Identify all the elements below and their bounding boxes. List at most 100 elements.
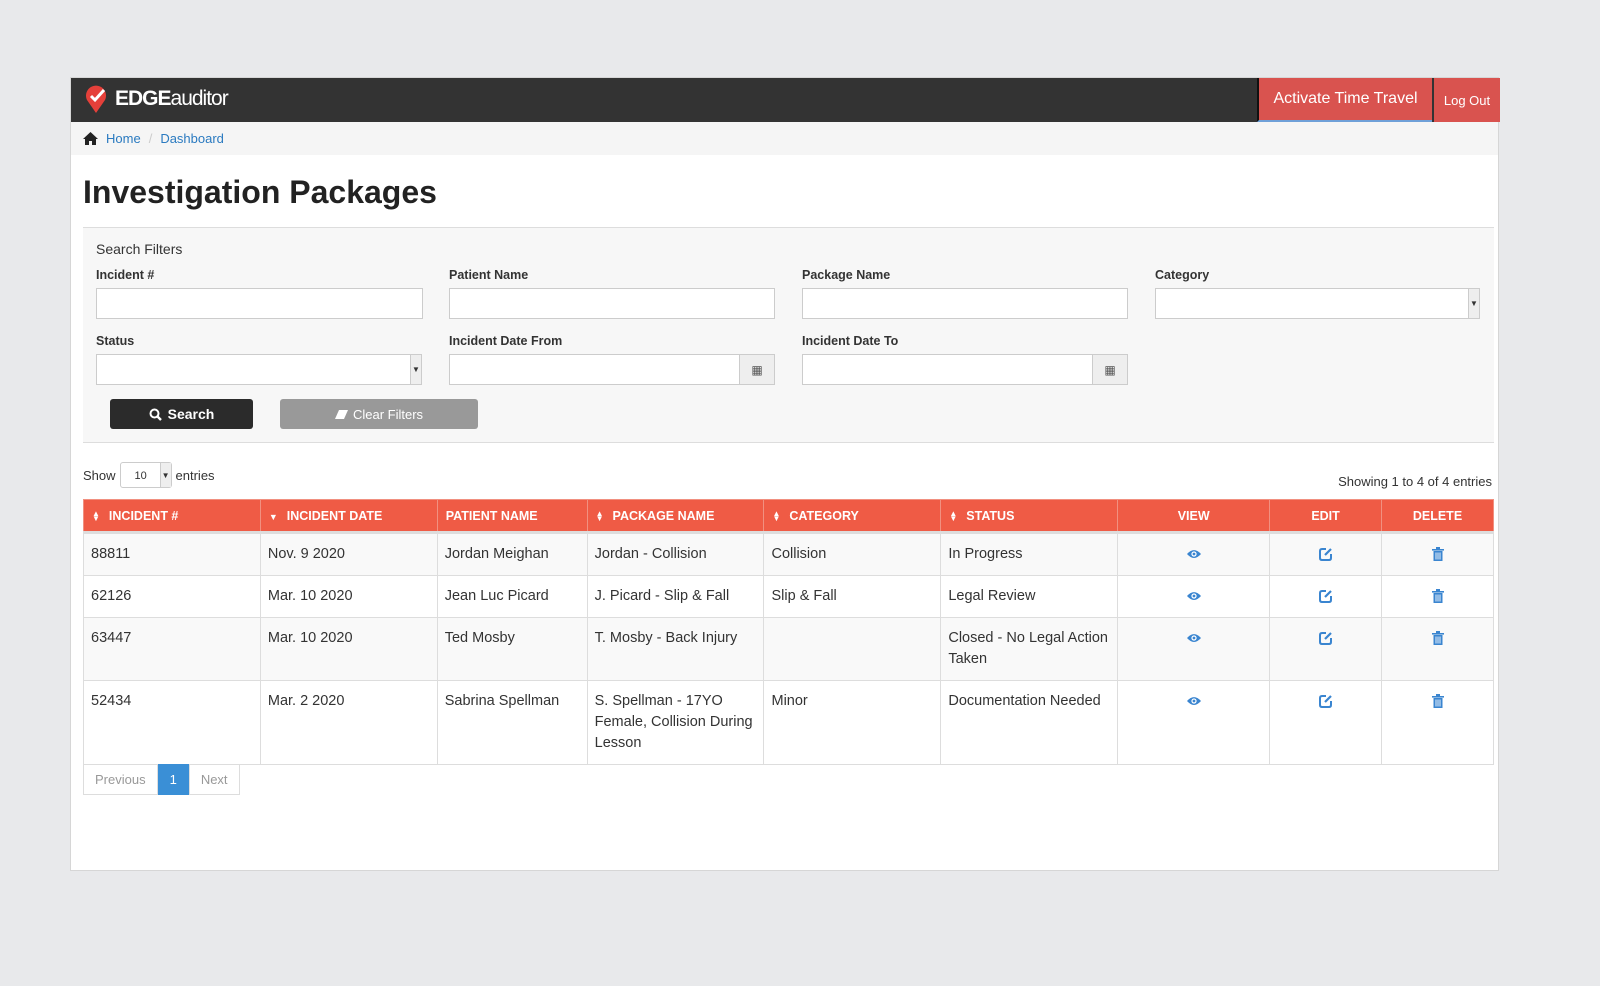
cell-status: Legal Review (940, 575, 1119, 618)
eraser-icon (334, 409, 348, 419)
column-header-patient-name: PATIENT NAME (436, 499, 588, 534)
pagination: Previous 1 Next (83, 764, 240, 795)
cell-category: Minor (763, 680, 942, 765)
sort-desc-icon: ▼ (268, 511, 278, 522)
breadcrumb: Home / Dashboard (71, 122, 1498, 155)
cell-status: In Progress (940, 532, 1119, 576)
navbar: EDGEauditor Activate Time Travel Log Out (71, 78, 1500, 122)
app-window: EDGEauditor Activate Time Travel Log Out… (70, 77, 1500, 871)
cell-date: Mar. 2 2020 (259, 680, 438, 765)
search-filters-panel: Search Filters Incident # Patient Name P… (83, 228, 1494, 443)
cell-date: Mar. 10 2020 (259, 617, 438, 681)
breadcrumb-home[interactable]: Home (106, 131, 141, 146)
cell-incident: 63447 (83, 617, 261, 681)
filters-title: Search Filters (96, 241, 183, 257)
page-length-select[interactable]: 10 ▼ (119, 462, 172, 488)
column-header-package-name[interactable]: ▲ ▼ PACKAGE NAME (586, 499, 765, 534)
next-button[interactable]: Next (188, 764, 240, 795)
column-header-view: VIEW (1117, 499, 1271, 534)
cell-patient: Ted Mosby (436, 617, 588, 681)
cell-patient: Jordan Meighan (436, 532, 588, 576)
date-to-label: Incident Date To (802, 334, 899, 348)
home-icon[interactable] (83, 132, 98, 145)
view-button[interactable] (1117, 575, 1271, 618)
edit-icon[interactable] (1318, 694, 1333, 709)
sort-icon: ▲ ▼ (595, 509, 604, 524)
table-row: 52434 Mar. 2 2020 Sabrina Spellman S. Spell… (83, 680, 1494, 765)
logo[interactable]: EDGEauditor (83, 84, 229, 114)
date-to-input[interactable]: ▦ (802, 354, 1128, 385)
cell-incident: 62126 (83, 575, 261, 618)
edit-button[interactable] (1269, 532, 1383, 576)
patient-name-label: Patient Name (449, 268, 529, 282)
column-header-incident[interactable]: ▲ ▼ INCIDENT # (83, 499, 261, 534)
eye-icon[interactable] (1186, 589, 1201, 603)
breadcrumb-dashboard[interactable]: Dashboard (160, 131, 224, 146)
trash-icon[interactable] (1431, 589, 1445, 604)
edit-button[interactable] (1269, 575, 1383, 618)
status-select[interactable]: ▼ (96, 354, 422, 385)
view-button[interactable] (1117, 617, 1271, 681)
page-length-control: Show 10 ▼ entries (83, 462, 215, 488)
view-button[interactable] (1117, 680, 1271, 765)
column-header-status[interactable]: ▲ ▼ STATUS (940, 499, 1119, 534)
page-1-button[interactable]: 1 (157, 764, 189, 795)
cell-package: J. Picard - Slip & Fall (586, 575, 765, 618)
previous-button[interactable]: Previous (83, 764, 158, 795)
eye-icon[interactable] (1186, 631, 1201, 645)
cell-status: Closed - No Legal Action Taken (940, 617, 1119, 681)
package-name-input[interactable] (802, 288, 1128, 319)
chevron-down-icon: ▼ (159, 463, 171, 487)
cell-incident: 88811 (83, 532, 261, 576)
date-from-input[interactable]: ▦ (449, 354, 775, 385)
chevron-down-icon: ▼ (410, 355, 421, 384)
delete-button[interactable] (1381, 617, 1494, 681)
activate-time-travel-button[interactable]: Activate Time Travel (1257, 78, 1432, 122)
delete-button[interactable] (1381, 575, 1494, 618)
edit-button[interactable] (1269, 680, 1383, 765)
view-button[interactable] (1117, 532, 1271, 576)
date-from-label: Incident Date From (449, 334, 563, 348)
search-button[interactable]: Search (110, 399, 253, 429)
trash-icon[interactable] (1431, 547, 1445, 562)
column-header-delete: DELETE (1381, 499, 1494, 534)
cell-package: T. Mosby - Back Injury (586, 617, 765, 681)
cell-date: Nov. 9 2020 (259, 532, 438, 576)
edit-button[interactable] (1269, 617, 1383, 681)
patient-name-input[interactable] (449, 288, 775, 319)
sort-icon: ▲ ▼ (92, 509, 100, 524)
search-icon (149, 408, 162, 421)
cell-category (763, 617, 942, 681)
trash-icon[interactable] (1431, 694, 1445, 709)
table-row: 62126 Mar. 10 2020 Jean Luc Picard J. Picar… (83, 575, 1494, 618)
edit-icon[interactable] (1318, 547, 1333, 562)
calendar-icon[interactable]: ▦ (1092, 355, 1127, 384)
packages-table: ▲ ▼ INCIDENT # ▼ INCIDENT DATE PATIENT NAME ▲ ▼… (83, 499, 1494, 765)
column-header-category[interactable]: ▲ ▼ CATEGORY (763, 499, 942, 534)
category-label: Category (1155, 268, 1210, 282)
column-header-edit: EDIT (1269, 499, 1383, 534)
eye-icon[interactable] (1186, 694, 1201, 708)
table-row: 88811 Nov. 9 2020 Jordan Meighan Jordan - C… (83, 532, 1494, 576)
incident-label: Incident # (96, 268, 155, 282)
trash-icon[interactable] (1431, 631, 1445, 646)
category-select[interactable]: ▼ (1155, 288, 1480, 319)
cell-patient: Jean Luc Picard (436, 575, 588, 618)
cell-category: Slip & Fall (763, 575, 942, 618)
edit-icon[interactable] (1318, 631, 1333, 646)
incident-input[interactable] (96, 288, 423, 319)
edit-icon[interactable] (1318, 589, 1333, 604)
eye-icon[interactable] (1186, 547, 1201, 561)
log-out-button[interactable]: Log Out (1434, 78, 1500, 122)
page-title: Investigation Packages (83, 174, 437, 210)
clear-filters-button[interactable]: Clear Filters (280, 399, 478, 429)
delete-button[interactable] (1381, 680, 1494, 765)
sort-icon: ▲ ▼ (949, 509, 958, 524)
sort-icon: ▲ ▼ (772, 509, 781, 524)
status-label: Status (96, 334, 135, 348)
column-header-incident-date[interactable]: ▼ INCIDENT DATE (259, 499, 438, 534)
cell-package: S. Spellman - 17YO Female, Collision Dur… (586, 680, 765, 765)
calendar-icon[interactable]: ▦ (739, 355, 774, 384)
table-info: Showing 1 to 4 of 4 entries (1338, 474, 1492, 489)
delete-button[interactable] (1381, 532, 1494, 576)
